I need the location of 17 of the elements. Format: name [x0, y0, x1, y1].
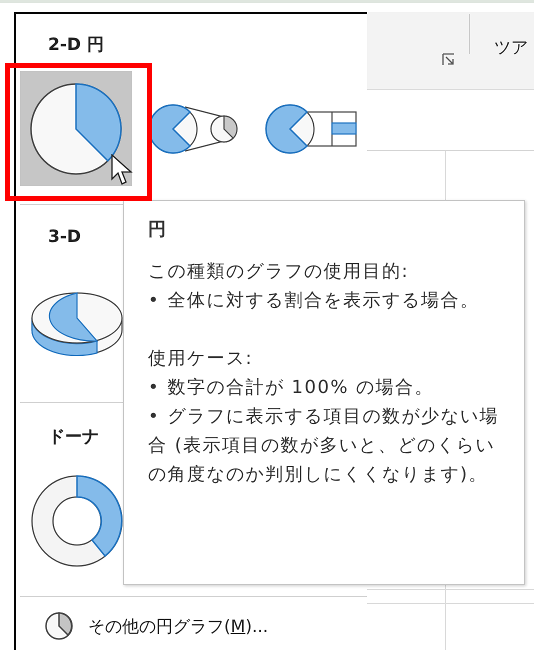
tooltip-title: 円	[148, 218, 167, 241]
tooltip-text: • 数字の合計が 100% の場合。	[148, 376, 436, 400]
pie-chart-icon	[28, 82, 123, 176]
dialog-launcher-icon[interactable]	[442, 53, 455, 66]
tooltip-text: • グラフに表示する項目の数が少ない場合 (表示項目の数が多いと、どのくらいの角度なのか判別しにくくなります)。	[148, 405, 500, 487]
tooltip-text: • 全体に対する割合を表示する場合。	[148, 289, 480, 313]
mouse-pointer-icon	[111, 154, 133, 186]
more-pie-charts-item[interactable]: その他の円グラフ(M)...	[20, 596, 367, 641]
section-heading: ドーナ	[48, 426, 99, 449]
section-heading: 2-D 円	[48, 34, 104, 57]
tooltip-text: この種類のグラフの使用目的:	[148, 260, 410, 284]
tooltip-text: 使用ケース:	[148, 347, 254, 371]
section-heading: 3-D	[48, 227, 81, 249]
pie-chart-icon	[44, 611, 74, 641]
bar-of-pie-icon	[265, 102, 358, 154]
chart-type-tile[interactable]	[20, 71, 132, 186]
ribbon-tab[interactable]: ツア	[494, 36, 528, 59]
